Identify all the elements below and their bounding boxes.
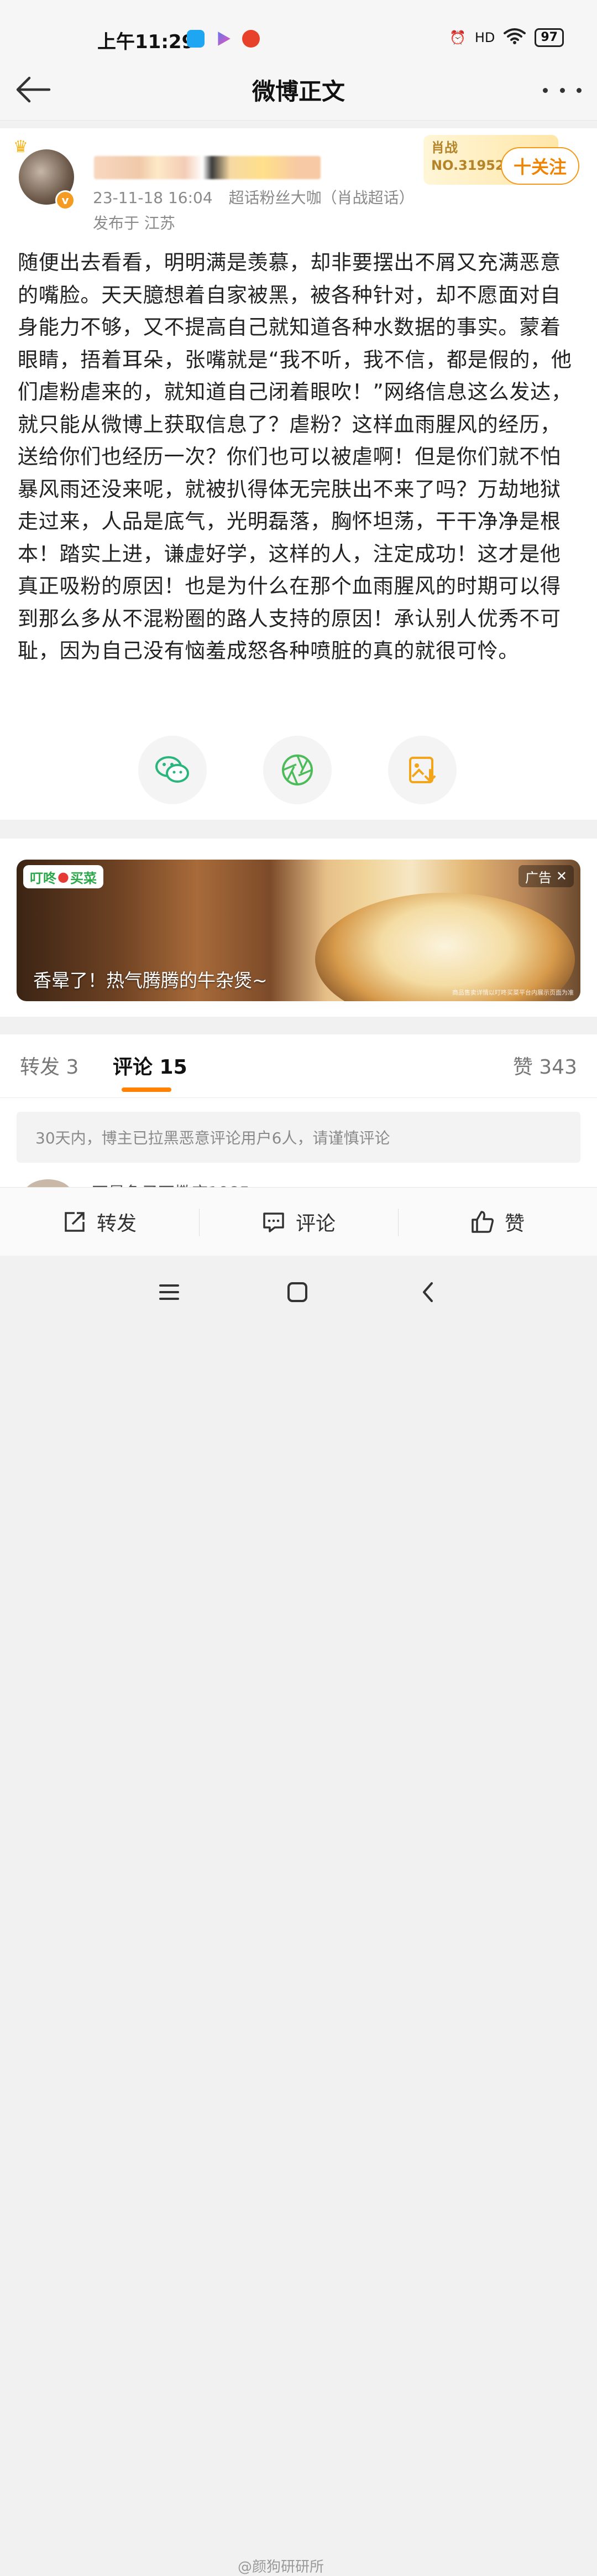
ad-brand-right: 买菜 (70, 870, 97, 886)
comment-icon (263, 1212, 284, 1232)
crown-icon: ♛ (13, 137, 28, 157)
comment-button[interactable]: 评论 (199, 1188, 398, 1256)
ad-tag-label: 广告 (525, 870, 552, 886)
app-notification-icon (187, 30, 205, 48)
watermark: @颜狗研研所 (238, 2559, 324, 2575)
share-moments-button[interactable] (263, 736, 332, 804)
follow-button[interactable]: 十关注 (501, 147, 579, 185)
chevron-left-icon (423, 1282, 433, 1302)
save-image-icon (409, 757, 436, 783)
comment-label: 评论 (295, 1212, 336, 1235)
post-text: 随便出去看看，明明满是羡慕，却非要摆出不屑又充满恶意的嘴脸。天天臆想着自家被黑，… (18, 251, 572, 663)
repost-label: 转发 (96, 1212, 137, 1235)
share-wechat-button[interactable] (138, 736, 207, 804)
post-source[interactable]: 超话粉丝大咖（肖战超话） (229, 189, 415, 207)
status-time: 上午11:29 (97, 31, 195, 53)
moments-aperture-icon (282, 754, 313, 785)
comment-notice: 30天内，博主已拉黑恶意评论用户6人，请谨慎评论 (17, 1112, 580, 1163)
post-date: 23-11-18 16:04 (93, 189, 213, 207)
recent-apps-button[interactable] (153, 1280, 186, 1304)
video-notification-icon (218, 32, 231, 46)
repost-button[interactable]: 转发 (0, 1188, 199, 1256)
more-dot-icon (559, 87, 565, 93)
ad-brand-left: 叮咚 (30, 870, 56, 886)
like-label: 赞 (504, 1212, 525, 1235)
menu-icon (159, 1284, 179, 1300)
post-location: 发布于 江苏 (93, 214, 175, 232)
radish-icon: ● (57, 869, 69, 884)
ad-banner[interactable]: 叮咚 ● 买菜 广告 ✕ 香晕了！热气腾腾的牛杂煲~ 商品售卖详情以叮咚买菜平台内展… (17, 860, 580, 1001)
like-button[interactable]: 赞 (398, 1188, 597, 1256)
tab-like[interactable]: 赞 343 (513, 1051, 577, 1080)
verified-badge-icon: v (55, 190, 75, 210)
ad-fine-print: 商品售卖详情以叮咚买菜平台内展示页面为准 (452, 989, 574, 996)
bottom-action-bar: 转发 评论 赞 (0, 1187, 597, 1256)
weibo-notification-icon (242, 30, 260, 48)
wifi-icon (504, 28, 526, 48)
wechat-icon (155, 756, 189, 783)
ad-close-icon[interactable]: ✕ (556, 868, 567, 884)
post-meta: 23-11-18 16:04 超话粉丝大咖（肖战超话） (93, 186, 426, 208)
username-blurred[interactable] (94, 156, 321, 179)
signal-icon: HD (474, 30, 495, 45)
status-right-icons: ⏰ HD 97 (449, 28, 564, 48)
alarm-icon: ⏰ (449, 30, 466, 45)
more-options-button[interactable] (543, 76, 582, 104)
thumbs-up-icon (472, 1210, 494, 1233)
home-square-icon (287, 1282, 307, 1302)
nav-bar: 微博正文 (0, 60, 597, 121)
divider (0, 1097, 597, 1098)
battery-indicator: 97 (535, 28, 564, 47)
ad-tag[interactable]: 广告 ✕ (518, 865, 574, 887)
ad-card: 叮咚 ● 买菜 广告 ✕ 香晕了！热气腾腾的牛杂煲~ 商品售卖详情以叮咚买菜平台内展… (0, 839, 597, 1017)
home-button[interactable] (281, 1280, 314, 1304)
save-image-button[interactable] (388, 736, 457, 804)
post-card: ♛ v 23-11-18 16:04 超话粉丝大咖（肖战超话） 发布于 江苏 肖… (0, 128, 597, 820)
active-tab-indicator (122, 1087, 171, 1092)
more-dot-icon (577, 87, 582, 93)
page-title: 微博正文 (252, 78, 345, 105)
ad-brand-logo: 叮咚 ● 买菜 (23, 865, 103, 888)
system-nav-bar: @颜狗研研所 (0, 1256, 597, 2575)
tab-comment[interactable]: 评论 15 (113, 1051, 187, 1080)
more-dot-icon (543, 87, 548, 93)
tab-repost[interactable]: 转发 3 (20, 1051, 78, 1080)
share-row (0, 736, 597, 804)
ad-food-image (315, 893, 575, 1001)
ad-caption: 香晕了！热气腾腾的牛杂煲~ (33, 970, 268, 991)
system-back-button[interactable] (411, 1280, 444, 1304)
repost-icon (65, 1211, 85, 1232)
